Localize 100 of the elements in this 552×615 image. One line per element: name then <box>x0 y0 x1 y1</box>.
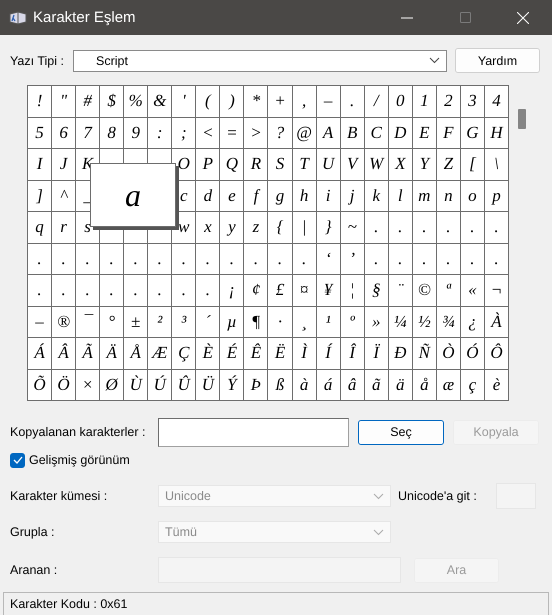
character-cell[interactable]: x <box>196 212 220 242</box>
character-cell[interactable]: P <box>196 149 220 180</box>
character-cell[interactable]: . <box>124 275 148 306</box>
character-cell[interactable]: B <box>340 118 364 148</box>
font-dropdown[interactable]: Script <box>73 50 447 72</box>
character-cell[interactable]: – <box>28 306 52 337</box>
character-cell[interactable]: ? <box>268 118 292 148</box>
character-cell[interactable]: Ø <box>100 370 124 400</box>
character-cell[interactable]: \ <box>484 149 508 180</box>
character-cell[interactable]: " <box>52 86 76 116</box>
character-cell[interactable]: Õ <box>28 370 52 400</box>
character-cell[interactable]: . <box>268 244 292 274</box>
character-cell[interactable]: . <box>460 244 484 274</box>
character-cell[interactable]: 5 <box>28 118 52 148</box>
character-cell[interactable]: [ <box>460 149 484 180</box>
character-cell[interactable]: ¶ <box>244 306 268 337</box>
character-cell[interactable]: ä <box>388 370 412 400</box>
character-cell[interactable]: Ã <box>76 338 100 368</box>
character-cell[interactable]: Á <box>28 338 52 368</box>
character-cell[interactable]: ¹ <box>316 306 340 337</box>
character-cell[interactable]: ] <box>28 180 52 211</box>
character-cell[interactable]: ¦ <box>340 275 364 306</box>
character-cell[interactable]: ^ <box>52 180 76 211</box>
character-cell[interactable]: 0 <box>388 86 412 116</box>
character-cell[interactable]: Ï <box>364 338 388 368</box>
character-cell[interactable]: J <box>52 149 76 180</box>
character-cell[interactable]: 9 <box>124 118 148 148</box>
character-cell[interactable]: % <box>124 86 148 116</box>
character-cell[interactable]: ¤ <box>292 275 316 306</box>
character-cell[interactable]: Í <box>316 338 340 368</box>
character-cell[interactable]: ² <box>148 306 172 337</box>
character-cell[interactable]: . <box>292 244 316 274</box>
character-cell[interactable]: è <box>484 370 508 400</box>
character-cell[interactable]: R <box>244 149 268 180</box>
character-cell[interactable]: ¾ <box>436 306 460 337</box>
character-cell[interactable]: : <box>148 118 172 148</box>
character-cell[interactable]: l <box>388 180 412 211</box>
character-cell[interactable]: Q <box>220 149 244 180</box>
character-cell[interactable]: £ <box>268 275 292 306</box>
character-cell[interactable]: « <box>460 275 484 306</box>
character-cell[interactable]: . <box>412 212 436 242</box>
character-cell[interactable]: ® <box>52 306 76 337</box>
character-cell[interactable]: ‘ <box>316 244 340 274</box>
scrollbar-thumb[interactable] <box>518 109 526 129</box>
help-button[interactable]: Yardım <box>455 48 540 73</box>
character-cell[interactable]: I <box>28 149 52 180</box>
character-cell[interactable]: $ <box>100 86 124 116</box>
character-cell[interactable]: ’ <box>340 244 364 274</box>
character-cell[interactable]: . <box>484 212 508 242</box>
character-cell[interactable]: ª <box>436 275 460 306</box>
character-cell[interactable]: ( <box>196 86 220 116</box>
character-cell[interactable]: Ù <box>124 370 148 400</box>
character-cell[interactable]: ¢ <box>244 275 268 306</box>
character-cell[interactable]: ! <box>28 86 52 116</box>
character-cell[interactable]: ¼ <box>388 306 412 337</box>
character-cell[interactable]: i <box>316 180 340 211</box>
character-cell[interactable]: C <box>364 118 388 148</box>
character-cell[interactable]: ã <box>364 370 388 400</box>
character-cell[interactable]: A <box>316 118 340 148</box>
character-cell[interactable]: . <box>52 275 76 306</box>
character-cell[interactable]: . <box>436 212 460 242</box>
character-cell[interactable]: Ò <box>436 338 460 368</box>
character-cell[interactable]: r <box>52 212 76 242</box>
advanced-view-checkbox[interactable] <box>10 452 25 468</box>
character-cell[interactable]: o <box>460 180 484 211</box>
character-cell[interactable]: 1 <box>412 86 436 116</box>
character-cell[interactable]: e <box>220 180 244 211</box>
character-cell[interactable]: } <box>316 212 340 242</box>
character-cell[interactable]: . <box>340 86 364 116</box>
character-cell[interactable]: Ç <box>172 338 196 368</box>
character-cell[interactable]: h <box>292 180 316 211</box>
character-cell[interactable]: . <box>124 244 148 274</box>
character-cell[interactable]: 6 <box>52 118 76 148</box>
character-cell[interactable]: Z <box>436 149 460 180</box>
character-cell[interactable]: ¯ <box>76 306 100 337</box>
character-cell[interactable]: W <box>364 149 388 180</box>
character-cell[interactable]: ¿ <box>460 306 484 337</box>
select-button[interactable]: Seç <box>358 420 444 444</box>
character-cell[interactable]: å <box>412 370 436 400</box>
character-cell[interactable]: ° <box>100 306 124 337</box>
character-cell[interactable]: Ö <box>52 370 76 400</box>
character-cell[interactable]: ± <box>124 306 148 337</box>
character-cell[interactable]: . <box>148 275 172 306</box>
character-cell[interactable]: < <box>196 118 220 148</box>
character-cell[interactable]: à <box>292 370 316 400</box>
character-cell[interactable]: . <box>172 275 196 306</box>
character-cell[interactable]: * <box>244 86 268 116</box>
character-cell[interactable]: E <box>412 118 436 148</box>
character-cell[interactable]: . <box>172 244 196 274</box>
character-cell[interactable]: × <box>76 370 100 400</box>
character-cell[interactable]: Â <box>52 338 76 368</box>
character-cell[interactable]: Ê <box>244 338 268 368</box>
character-cell[interactable]: ¸ <box>292 306 316 337</box>
character-cell[interactable]: , <box>292 86 316 116</box>
character-cell[interactable]: D <box>388 118 412 148</box>
character-cell[interactable]: Ú <box>148 370 172 400</box>
character-cell[interactable]: . <box>196 275 220 306</box>
character-cell[interactable]: + <box>268 86 292 116</box>
character-cell[interactable]: = <box>220 118 244 148</box>
character-cell[interactable]: X <box>388 149 412 180</box>
